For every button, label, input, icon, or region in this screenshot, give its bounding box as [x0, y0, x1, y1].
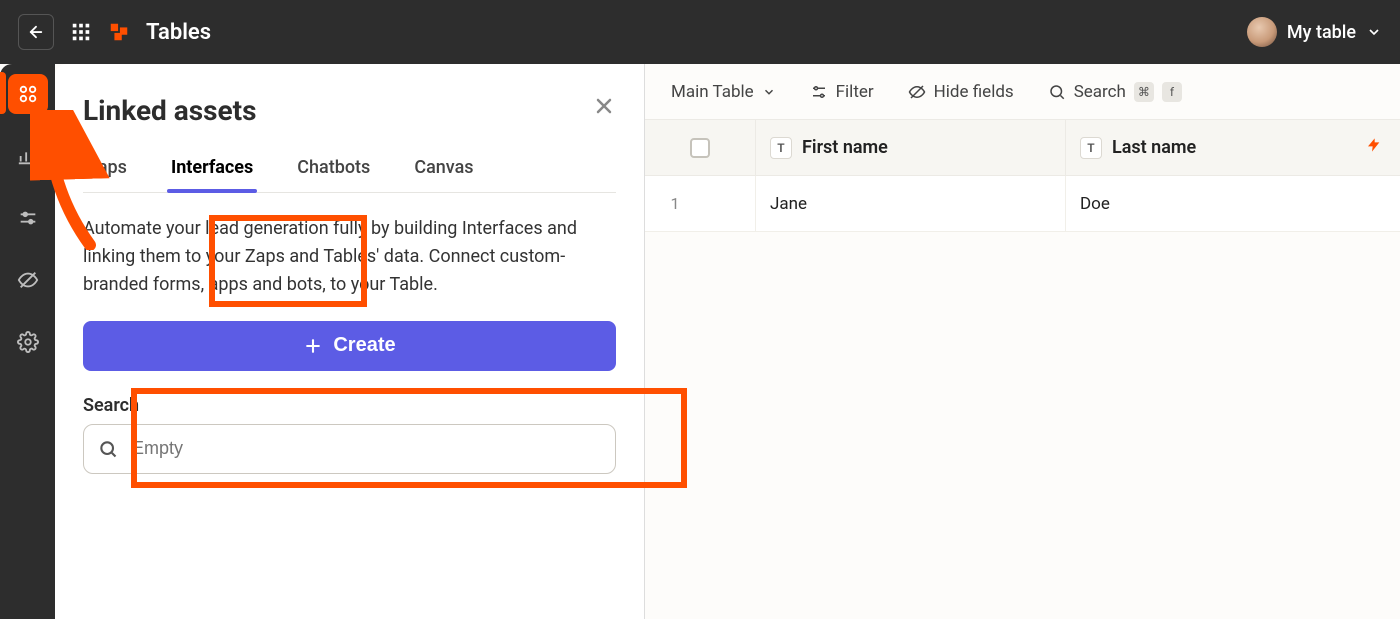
create-button-label: Create	[333, 334, 395, 357]
sliders-icon	[17, 207, 39, 229]
panel-description: Automate your lead generation fully by b…	[83, 215, 616, 299]
table-row[interactable]: 1 Jane Doe	[645, 176, 1400, 232]
cell-first-name[interactable]: Jane	[755, 176, 1065, 231]
back-button[interactable]	[18, 14, 54, 50]
table-toolbar: Main Table Filter Hide fields Search ⌘ f	[645, 64, 1400, 120]
eye-off-icon	[908, 83, 926, 101]
panel-tabs: Zaps Interfaces Chatbots Canvas	[83, 143, 616, 193]
tab-chatbots[interactable]: Chatbots	[293, 143, 374, 192]
linked-assets-icon	[17, 83, 39, 105]
search-box[interactable]	[83, 424, 616, 474]
table-area: Main Table Filter Hide fields Search ⌘ f	[645, 64, 1400, 619]
column-label: First name	[802, 137, 888, 158]
chevron-down-icon	[1366, 24, 1382, 40]
filter-icon	[810, 83, 828, 101]
close-icon	[592, 94, 616, 118]
panel-title: Linked assets	[83, 94, 616, 127]
chart-icon	[17, 145, 39, 167]
search-label: Search	[83, 395, 616, 416]
filter-label: Filter	[836, 82, 874, 102]
top-header: Tables My table	[0, 0, 1400, 64]
text-type-icon: T	[1080, 137, 1102, 159]
tab-canvas[interactable]: Canvas	[410, 143, 477, 192]
select-all-cell[interactable]	[645, 138, 755, 158]
column-header-last-name[interactable]: T Last name	[1065, 120, 1400, 175]
product-logo-icon	[108, 21, 130, 43]
sidebar-item-2[interactable]	[8, 136, 48, 176]
table-header-row: T First name T Last name	[645, 120, 1400, 176]
linked-assets-panel: Linked assets Zaps Interfaces Chatbots C…	[55, 64, 645, 619]
chevron-down-icon	[762, 85, 776, 99]
row-number: 1	[645, 194, 705, 213]
tab-interfaces[interactable]: Interfaces	[167, 143, 257, 192]
eye-off-icon	[17, 269, 39, 291]
search-input[interactable]	[130, 437, 601, 460]
bolt-icon[interactable]	[1366, 137, 1382, 158]
sidebar-item-3[interactable]	[8, 198, 48, 238]
table-search-button[interactable]: Search ⌘ f	[1048, 82, 1182, 102]
table-search-label: Search	[1074, 82, 1126, 102]
sidebar-item-settings[interactable]	[8, 322, 48, 362]
sidebar	[0, 64, 55, 619]
column-label: Last name	[1112, 137, 1196, 158]
search-icon	[98, 439, 118, 459]
search-icon	[1048, 83, 1066, 101]
shortcut-cmd: ⌘	[1134, 82, 1154, 102]
arrow-left-icon	[27, 23, 45, 41]
filter-button[interactable]: Filter	[810, 82, 874, 102]
main: Linked assets Zaps Interfaces Chatbots C…	[55, 64, 1400, 619]
sidebar-item-4[interactable]	[8, 260, 48, 300]
user-table-label: My table	[1287, 22, 1356, 43]
plus-icon	[303, 336, 323, 356]
text-type-icon: T	[770, 137, 792, 159]
apps-grid-icon[interactable]	[70, 21, 92, 43]
create-button[interactable]: Create	[83, 321, 616, 371]
sidebar-item-linked-assets[interactable]	[8, 74, 48, 114]
gear-icon	[17, 331, 39, 353]
avatar	[1247, 17, 1277, 47]
close-panel-button[interactable]	[592, 94, 616, 118]
table-switcher[interactable]: My table	[1247, 17, 1382, 47]
shortcut-key: f	[1162, 82, 1182, 102]
checkbox-icon	[690, 138, 710, 158]
tab-zaps[interactable]: Zaps	[83, 143, 131, 192]
column-header-first-name[interactable]: T First name	[755, 120, 1065, 175]
view-selector[interactable]: Main Table	[671, 82, 776, 102]
hide-fields-label: Hide fields	[934, 82, 1014, 102]
product-title: Tables	[146, 20, 211, 45]
sidebar-active-accent	[0, 72, 6, 114]
view-name: Main Table	[671, 82, 754, 102]
hide-fields-button[interactable]: Hide fields	[908, 82, 1014, 102]
cell-last-name[interactable]: Doe	[1065, 176, 1400, 231]
